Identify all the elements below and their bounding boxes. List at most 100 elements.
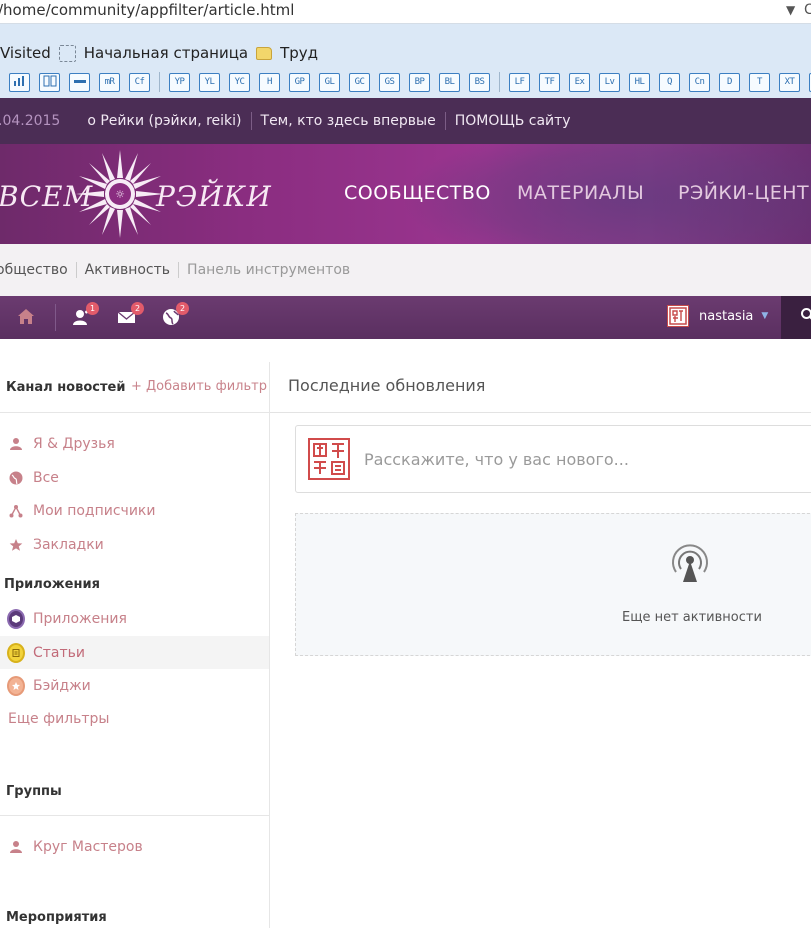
toolbar-button[interactable]: XT: [779, 72, 800, 92]
search-button[interactable]: [781, 296, 811, 339]
bookmark-home-page[interactable]: Начальная страница: [58, 44, 249, 62]
bookmark-label: Начальная страница: [83, 44, 249, 62]
toolbar-button[interactable]: T: [749, 72, 770, 92]
toolbar-button[interactable]: Cf: [129, 72, 150, 92]
toolbar-button[interactable]: BP: [409, 72, 430, 92]
toolbar-button[interactable]: GC: [349, 72, 370, 92]
status-input[interactable]: [364, 444, 804, 474]
groups-section-title: Группы: [6, 784, 62, 799]
seal-avatar-icon: [669, 307, 687, 325]
nav-reiki-center[interactable]: РЭЙКИ-ЦЕНТР: [678, 182, 811, 204]
person-icon: [7, 838, 25, 856]
sidebar-item-label: Статьи: [33, 644, 86, 661]
star-icon: [7, 536, 25, 554]
bookmark-trud[interactable]: Труд: [256, 44, 318, 62]
nav-materials[interactable]: МАТЕРИАЛЫ: [517, 182, 644, 204]
home-icon[interactable]: [17, 308, 35, 326]
page-title: Последние обновления: [288, 376, 486, 395]
messages-button[interactable]: 2: [117, 302, 144, 328]
site-top-strip: .04.2015 о Рейки (рэйки, reiki) Тем, кто…: [0, 98, 811, 144]
sidebar-item-label: Я & Друзья: [33, 435, 115, 452]
toolbar-button[interactable]: Ex: [569, 72, 590, 92]
top-link-newcomers[interactable]: Тем, кто здесь впервые: [252, 113, 445, 129]
sidebar-item-label: Мои подписчики: [33, 502, 156, 519]
top-link-about-reiki[interactable]: о Рейки (рэйки, reiki): [78, 113, 250, 129]
toolbar-button[interactable]: YP: [169, 72, 190, 92]
friends-requests-button[interactable]: 1: [72, 302, 99, 328]
sidebar-divider: [0, 815, 269, 816]
toolbar-button[interactable]: TF: [539, 72, 560, 92]
notifications-button[interactable]: 2: [162, 302, 189, 328]
bookmark-visited[interactable]: Visited: [0, 44, 51, 62]
more-filters-link[interactable]: Еще фильтры: [8, 711, 109, 727]
breadcrumb-dashboard: Панель инструментов: [187, 262, 351, 278]
toolbar-button[interactable]: D: [719, 72, 740, 92]
sidebar-item-me-friends[interactable]: Я & Друзья: [0, 427, 269, 460]
toolbar-button[interactable]: GS: [379, 72, 400, 92]
sidebar-item-label: Бэйджи: [33, 677, 91, 694]
toolbar-button[interactable]: [69, 72, 90, 92]
date-text: .04.2015: [0, 113, 61, 129]
top-link-help-site[interactable]: ПОМОЩЬ сайту: [446, 113, 580, 129]
sidebar-item-masters-circle[interactable]: Круг Мастеров: [0, 830, 269, 863]
double-graph-icon: [43, 75, 56, 86]
bookmark-label: Visited: [0, 44, 51, 62]
breadcrumb-community[interactable]: общество: [0, 262, 76, 278]
sidebar-item-all[interactable]: Все: [0, 461, 269, 494]
toolbar-button[interactable]: H: [259, 72, 280, 92]
sidebar-item-bookmarks[interactable]: Закладки: [0, 528, 269, 561]
sidebar-item-articles[interactable]: Статьи: [0, 636, 269, 669]
toolbar-button[interactable]: mR: [99, 72, 120, 92]
sidebar-item-label: Круг Мастеров: [33, 838, 143, 855]
sidebar-item-badges[interactable]: Бэйджи: [0, 669, 269, 702]
refresh-icon[interactable]: C: [804, 2, 811, 18]
notifications-badge: 2: [176, 302, 189, 315]
logo-text-right[interactable]: РЭЙКИ: [156, 180, 272, 213]
logo-sun-icon[interactable]: ☼: [74, 148, 166, 240]
apps-section-title: Приложения: [4, 577, 100, 592]
bar-chart-icon: [13, 75, 24, 86]
toolbar-button[interactable]: Lv: [599, 72, 620, 92]
sidebar-item-label: Все: [33, 469, 59, 486]
toolbar-button[interactable]: LF: [509, 72, 530, 92]
toolbar-separator: [499, 72, 500, 92]
add-filter-link[interactable]: + Добавить фильтр: [131, 379, 267, 394]
breadcrumb: общество Активность Панель инструментов: [0, 244, 811, 296]
empty-state-text: Еще нет активности: [622, 610, 762, 625]
search-icon: [801, 308, 811, 320]
user-menu[interactable]: nastasia ▼: [667, 305, 768, 327]
browser-url-bar[interactable]: /home/community/appfilter/article.html ▼…: [0, 0, 811, 24]
avatar: [308, 438, 350, 480]
toolbar-button[interactable]: BS: [469, 72, 490, 92]
toolbar-button[interactable]: Q: [659, 72, 680, 92]
toolbar-button[interactable]: [39, 72, 60, 92]
url-text[interactable]: /home/community/appfilter/article.html: [0, 1, 294, 19]
sidebar-item-label: Закладки: [33, 536, 104, 553]
toolbar-button[interactable]: Cn: [689, 72, 710, 92]
toolbar-button[interactable]: [9, 72, 30, 92]
sidebar: Канал новостей + Добавить фильтр Я & Дру…: [0, 362, 270, 928]
toolbar-button[interactable]: BL: [439, 72, 460, 92]
toolbar-separator: [55, 304, 56, 331]
nav-community[interactable]: СООБЩЕСТВО: [344, 182, 491, 204]
avatar: [667, 305, 689, 327]
sidebar-item-followers[interactable]: Мои подписчики: [0, 494, 269, 527]
status-composer[interactable]: [295, 425, 811, 493]
sidebar-item-apps[interactable]: Приложения: [0, 602, 269, 635]
bookmarks-bar: Visited Начальная страница Труд mR Cf YP…: [0, 24, 811, 98]
bar-line-icon: [73, 79, 86, 83]
badge-icon: [7, 675, 25, 696]
friends-badge: 1: [86, 302, 99, 315]
username: nastasia: [699, 308, 754, 324]
site-header-banner: ВСЕМ ☼ РЭЙКИ СООБЩЕСТВО МАТЕРИАЛЫ РЭЙКИ-…: [0, 144, 811, 244]
toolbar-button[interactable]: GP: [289, 72, 310, 92]
toolbar-button[interactable]: YC: [229, 72, 250, 92]
content-divider: [270, 412, 811, 413]
toolbar-button[interactable]: HL: [629, 72, 650, 92]
breadcrumb-activity[interactable]: Активность: [77, 262, 178, 278]
toolbar-button[interactable]: GL: [319, 72, 340, 92]
url-dropdown-icon[interactable]: ▼: [786, 3, 795, 17]
apps-icon: [7, 608, 25, 629]
bookmark-label: Труд: [280, 44, 319, 62]
toolbar-button[interactable]: YL: [199, 72, 220, 92]
